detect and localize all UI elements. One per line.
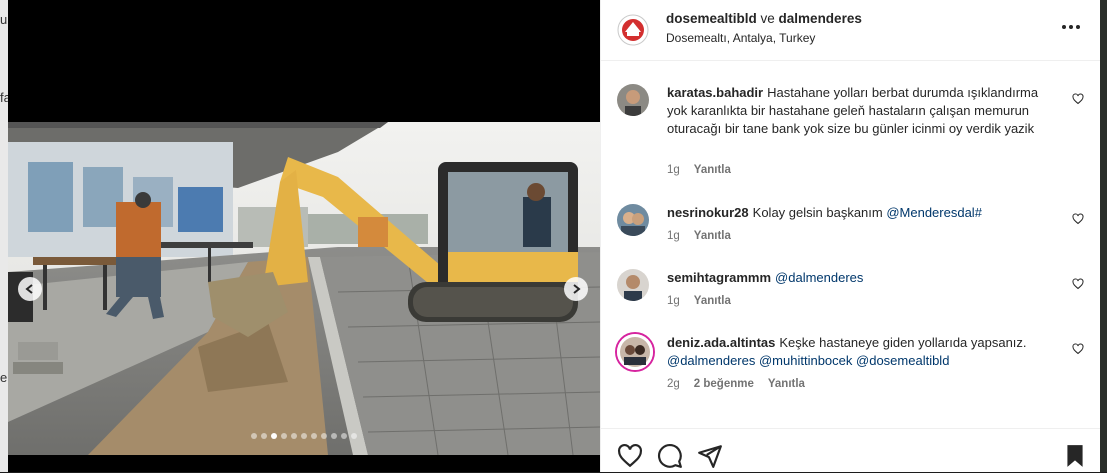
- dot-icon: [1076, 25, 1080, 29]
- carousel-dot: [301, 433, 307, 439]
- backdrop-text: u: [0, 12, 8, 27]
- comment-meta: 1g Yanıtla: [667, 230, 731, 242]
- comment-username[interactable]: deniz.ada.altintas: [667, 335, 775, 350]
- comment-meta: 1g Yanıtla: [667, 295, 731, 307]
- carousel-dot: [321, 433, 327, 439]
- author-conjunction: ve: [756, 11, 779, 26]
- reply-button[interactable]: Yanıtla: [694, 230, 731, 242]
- chevron-left-icon: [25, 284, 33, 294]
- carousel-dot: [261, 433, 267, 439]
- reply-button[interactable]: Yanıtla: [694, 295, 731, 307]
- comment-text: Kolay gelsin başkanım: [752, 205, 887, 220]
- backdrop-text: fa: [0, 90, 8, 105]
- likes-count[interactable]: 2 beğenme: [694, 378, 754, 390]
- comment-time: 1g: [667, 164, 680, 176]
- author-username[interactable]: dosemealtibld: [666, 11, 757, 26]
- commenter-avatar[interactable]: [617, 269, 649, 301]
- municipality-logo-icon: [617, 14, 649, 46]
- comment-heart-icon[interactable]: [1072, 278, 1084, 290]
- comment-mention[interactable]: @Menderesdal#: [886, 205, 982, 220]
- carousel-dot: [341, 433, 347, 439]
- comment-text: Keşke hastaneye giden yollarıda yapsanız…: [779, 335, 1027, 350]
- author-avatar[interactable]: [617, 14, 649, 46]
- comment-time: 2g: [667, 378, 680, 390]
- comment-username[interactable]: karatas.bahadir: [667, 85, 763, 100]
- comment-body: semihtagrammm @dalmenderes: [667, 269, 1052, 287]
- carousel-dot: [291, 433, 297, 439]
- dot-icon: [1062, 25, 1066, 29]
- comment-mention[interactable]: @muhittinbocek: [759, 353, 852, 368]
- carousel-dot: [311, 433, 317, 439]
- post-location[interactable]: Dosemealtı, Antalya, Turkey: [666, 31, 815, 45]
- comment-heart-icon[interactable]: [1072, 93, 1084, 105]
- carousel-prev-button[interactable]: [18, 277, 42, 301]
- comment-meta: 2g 2 beğenme Yanıtla: [667, 378, 805, 390]
- comment-time: 1g: [667, 295, 680, 307]
- avatar-photo-icon: [617, 204, 649, 236]
- comment-icon[interactable]: [657, 443, 683, 469]
- comments-list[interactable]: karatas.bahadir Hastahane yolları berbat …: [601, 61, 1100, 427]
- avatar-photo-icon: [617, 84, 649, 116]
- post-media[interactable]: [8, 0, 600, 472]
- comment-time: 1g: [667, 230, 680, 242]
- comment-mention[interactable]: @dalmenderes: [667, 353, 755, 368]
- carousel-dot: [251, 433, 257, 439]
- share-icon[interactable]: [697, 443, 723, 469]
- carousel-dot: [331, 433, 337, 439]
- commenter-avatar[interactable]: [617, 84, 649, 116]
- carousel-indicator: [251, 433, 357, 439]
- more-options-button[interactable]: [1062, 20, 1082, 34]
- reply-button[interactable]: Yanıtla: [768, 378, 805, 390]
- carousel-dot: [351, 433, 357, 439]
- comment-username[interactable]: semihtagrammm: [667, 270, 771, 285]
- backdrop-right-edge: [1099, 0, 1107, 472]
- comment-heart-icon[interactable]: [1072, 343, 1084, 355]
- comment-body: karatas.bahadir Hastahane yolları berbat …: [667, 84, 1052, 138]
- comment-meta: 1g Yanıtla: [667, 164, 731, 176]
- bookmark-icon[interactable]: [1062, 443, 1088, 469]
- post-authors: dosemealtibld ve dalmenderes: [666, 11, 862, 26]
- comment-mention[interactable]: @dosemealtibld: [856, 353, 949, 368]
- avatar-photo-icon: [617, 334, 653, 370]
- dot-icon: [1069, 25, 1073, 29]
- carousel-dot: [271, 433, 277, 439]
- backdrop-left-edge: [0, 0, 8, 472]
- comment-body: deniz.ada.altintas Keşke hastaneye giden …: [667, 334, 1052, 370]
- comment-username[interactable]: nesrinokur28: [667, 205, 749, 220]
- backdrop-text: e: [0, 370, 8, 385]
- post-header: dosemealtibld ve dalmenderes Dosemealtı,…: [601, 0, 1100, 61]
- post-modal: dosemealtibld ve dalmenderes Dosemealtı,…: [8, 0, 1100, 472]
- carousel-next-button[interactable]: [564, 277, 588, 301]
- commenter-avatar[interactable]: [617, 204, 649, 236]
- carousel-dot: [281, 433, 287, 439]
- action-bar: [601, 428, 1100, 473]
- avatar-photo-icon: [617, 269, 649, 301]
- heart-icon[interactable]: [617, 443, 643, 469]
- reply-button[interactable]: Yanıtla: [694, 164, 731, 176]
- commenter-avatar-story-ring[interactable]: [615, 332, 655, 372]
- post-side-panel: dosemealtibld ve dalmenderes Dosemealtı,…: [600, 0, 1100, 472]
- comment-mention[interactable]: @dalmenderes: [775, 270, 863, 285]
- chevron-right-icon: [573, 284, 581, 294]
- comment-heart-icon[interactable]: [1072, 213, 1084, 225]
- coauthor-username[interactable]: dalmenderes: [779, 11, 862, 26]
- comment-body: nesrinokur28 Kolay gelsin başkanım @Mende…: [667, 204, 1052, 222]
- construction-photo: [8, 122, 600, 455]
